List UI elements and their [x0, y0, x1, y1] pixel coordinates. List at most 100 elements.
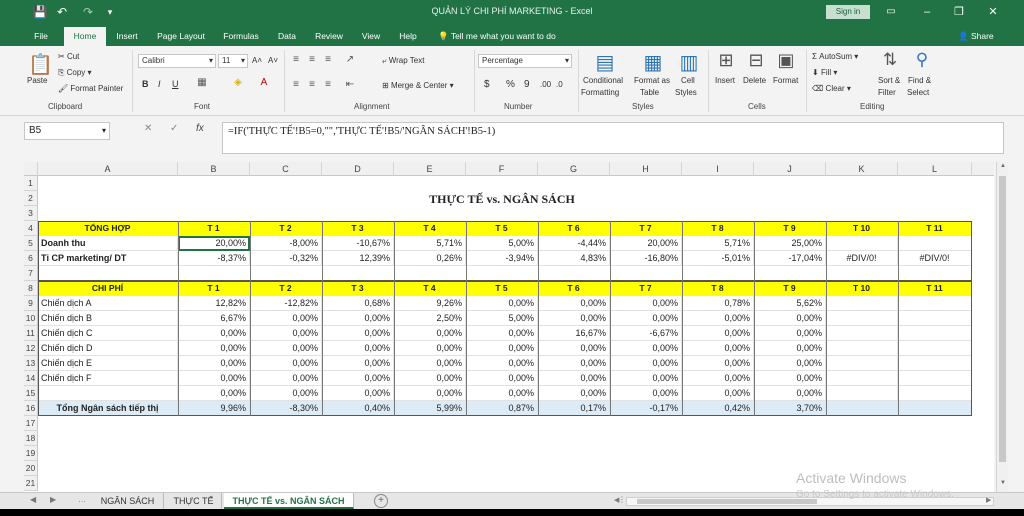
tab-page-layout[interactable]: Page Layout: [150, 27, 212, 46]
campaign-value[interactable]: 0,00%: [322, 341, 394, 356]
campaign-value[interactable]: 0,00%: [538, 356, 610, 371]
total-value[interactable]: 0,17%: [538, 401, 610, 416]
campaign-value[interactable]: 0,00%: [466, 341, 538, 356]
campaign-value[interactable]: -6,67%: [610, 326, 682, 341]
number-format-select[interactable]: Percentage ▾: [478, 54, 572, 68]
column-header-c[interactable]: C: [250, 162, 322, 176]
column-header-l[interactable]: L: [898, 162, 972, 176]
cell-styles-label[interactable]: Cell: [681, 76, 695, 85]
sheet-tab-thuc-te[interactable]: THỰC TẾ: [166, 493, 222, 509]
tab-file[interactable]: File: [28, 27, 54, 46]
month-header[interactable]: T 4: [394, 221, 466, 236]
campaign-value[interactable]: 0,00%: [538, 296, 610, 311]
row-header-20[interactable]: 20: [24, 461, 38, 476]
ratio-value[interactable]: -0,32%: [250, 251, 322, 266]
tab-data[interactable]: Data: [270, 27, 304, 46]
orientation-icon[interactable]: ↗: [344, 54, 356, 65]
empty-cell[interactable]: [898, 341, 972, 356]
tab-insert[interactable]: Insert: [110, 27, 144, 46]
empty-cell[interactable]: [898, 326, 972, 341]
italic-button[interactable]: I: [158, 79, 161, 89]
sort-filter-label-2[interactable]: Filter: [878, 88, 896, 97]
campaign-value[interactable]: 0,00%: [466, 356, 538, 371]
row-header-5[interactable]: 5: [24, 236, 38, 251]
empty-cell[interactable]: [826, 326, 898, 341]
total-value[interactable]: -8,30%: [250, 401, 322, 416]
month-header[interactable]: T 6: [538, 221, 610, 236]
find-select-label[interactable]: Find &: [908, 76, 931, 85]
empty-cell[interactable]: [898, 401, 972, 416]
ratio-value[interactable]: -17,04%: [754, 251, 826, 266]
empty-cell[interactable]: [826, 296, 898, 311]
campaign-value[interactable]: 0,00%: [754, 341, 826, 356]
empty-cell[interactable]: [898, 296, 972, 311]
campaign-value[interactable]: 0,00%: [466, 386, 538, 401]
month-header[interactable]: T 5: [466, 221, 538, 236]
campaign-value[interactable]: 0,00%: [322, 326, 394, 341]
campaign-value[interactable]: 0,00%: [682, 341, 754, 356]
campaign-value[interactable]: 0,00%: [682, 386, 754, 401]
campaign-value[interactable]: 0,00%: [538, 386, 610, 401]
column-header-d[interactable]: D: [322, 162, 394, 176]
column-header-h[interactable]: H: [610, 162, 682, 176]
row-header-10[interactable]: 10: [24, 311, 38, 326]
scroll-thumb[interactable]: [999, 176, 1006, 462]
cancel-icon[interactable]: ✕: [144, 123, 152, 134]
campaign-value[interactable]: 0,00%: [322, 356, 394, 371]
font-size-select[interactable]: 11 ▾: [218, 54, 248, 68]
total-value[interactable]: 0,42%: [682, 401, 754, 416]
ratio-value[interactable]: 4,83%: [538, 251, 610, 266]
revenue-value[interactable]: 5,00%: [466, 236, 538, 251]
name-box[interactable]: B5 ▾: [24, 122, 110, 140]
shrink-font-button[interactable]: A˅: [268, 56, 278, 65]
next-sheet-icon[interactable]: ▶: [50, 495, 56, 504]
campaign-value[interactable]: 0,68%: [322, 296, 394, 311]
row-header-4[interactable]: 4: [24, 221, 38, 236]
restore-button[interactable]: ❐: [948, 3, 970, 21]
campaign-value[interactable]: 16,67%: [538, 326, 610, 341]
revenue-value[interactable]: -4,44%: [538, 236, 610, 251]
campaign-value[interactable]: 2,50%: [394, 311, 466, 326]
delete-cells-button[interactable]: Delete: [743, 76, 766, 85]
month-header[interactable]: T 11: [898, 221, 972, 236]
ribbon-display-icon[interactable]: ▭: [880, 3, 902, 21]
campaign-value[interactable]: 0,00%: [610, 371, 682, 386]
row-header-1[interactable]: 1: [24, 176, 38, 191]
month-header[interactable]: T 3: [322, 281, 394, 296]
empty-cell[interactable]: [826, 386, 898, 401]
revenue-value[interactable]: 20,00%: [610, 236, 682, 251]
month-header[interactable]: T 2: [250, 281, 322, 296]
campaign-value[interactable]: 5,00%: [466, 311, 538, 326]
cut-button[interactable]: ✂ Cut: [58, 52, 79, 61]
cost-header[interactable]: CHI PHÍ: [38, 281, 178, 296]
campaign-value[interactable]: -12,82%: [250, 296, 322, 311]
total-label[interactable]: Tổng Ngân sách tiếp thị: [38, 401, 178, 416]
campaign-value[interactable]: 0,00%: [538, 341, 610, 356]
fill-color-icon[interactable]: ◈: [232, 77, 244, 88]
row-header-12[interactable]: 12: [24, 341, 38, 356]
total-value[interactable]: 0,40%: [322, 401, 394, 416]
month-header[interactable]: T 11: [898, 281, 972, 296]
row-header-21[interactable]: 21: [24, 476, 38, 491]
column-header-b[interactable]: B: [178, 162, 250, 176]
campaign-value[interactable]: 0,00%: [322, 371, 394, 386]
decrease-decimal-button[interactable]: .0: [556, 80, 563, 89]
month-header[interactable]: T 10: [826, 221, 898, 236]
ratio-value[interactable]: -8,37%: [178, 251, 250, 266]
scroll-down-icon[interactable]: ▼: [997, 480, 1009, 486]
campaign-value[interactable]: 0,00%: [250, 326, 322, 341]
more-sheets-icon[interactable]: …: [78, 495, 86, 504]
month-header[interactable]: T 7: [610, 281, 682, 296]
tab-home[interactable]: Home: [64, 27, 106, 46]
campaign-value[interactable]: 0,00%: [322, 311, 394, 326]
row-header-9[interactable]: 9: [24, 296, 38, 311]
share-button[interactable]: 👤 Share: [958, 27, 994, 46]
borders-icon[interactable]: ▦: [196, 77, 208, 88]
conditional-formatting-label[interactable]: Conditional: [583, 76, 623, 85]
row-header-19[interactable]: 19: [24, 446, 38, 461]
campaign-value[interactable]: 0,00%: [394, 386, 466, 401]
format-cells-button[interactable]: Format: [773, 76, 798, 85]
campaign-value[interactable]: 0,00%: [178, 326, 250, 341]
row-header-17[interactable]: 17: [24, 416, 38, 431]
campaign-value[interactable]: 0,00%: [178, 356, 250, 371]
